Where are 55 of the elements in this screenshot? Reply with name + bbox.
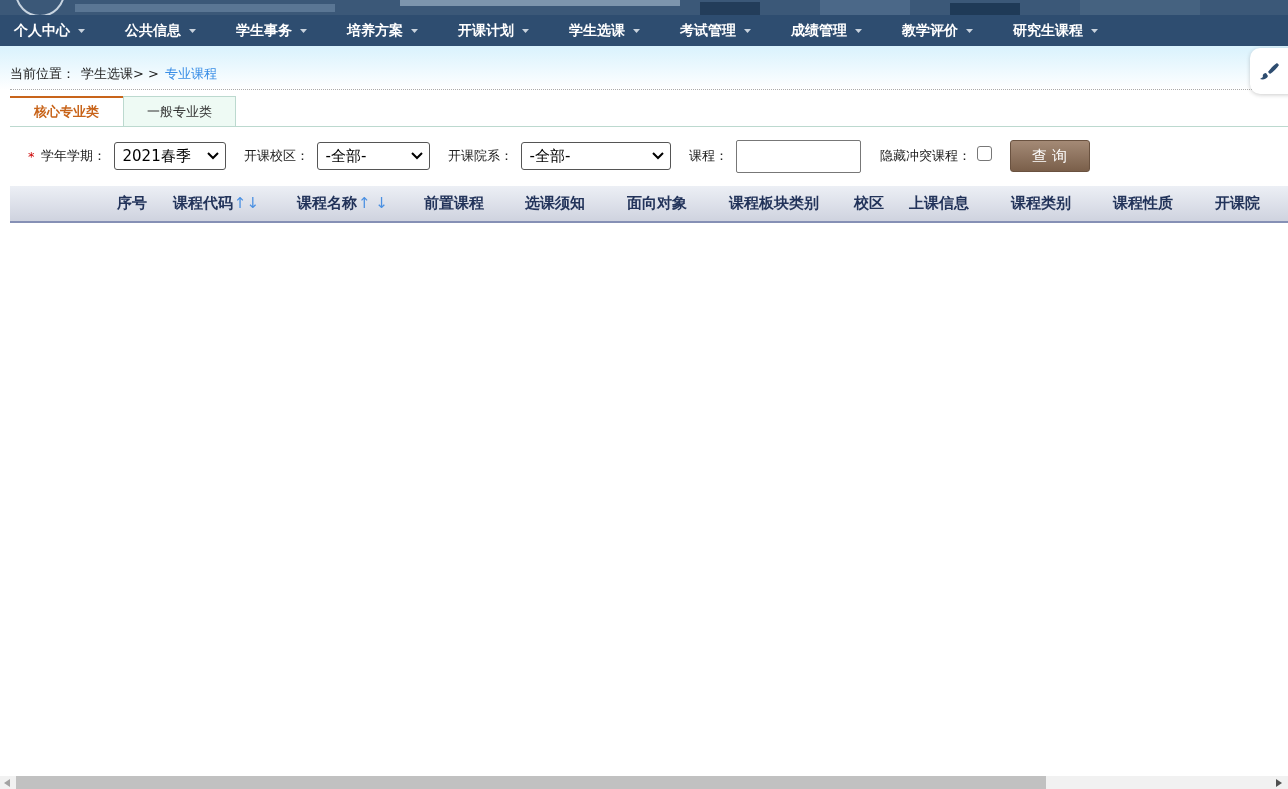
- breadcrumb-current: 专业课程: [164, 65, 217, 83]
- caret-icon: [633, 28, 640, 33]
- nav-menu-item[interactable]: 培养方案: [337, 21, 448, 40]
- nav-menu-item[interactable]: 学生事务: [226, 21, 337, 40]
- search-button[interactable]: 查 询: [1009, 140, 1090, 172]
- column-header: 课程板块类别: [729, 194, 819, 213]
- checkbox[interactable]: [976, 145, 992, 161]
- field-label: 学年学期：: [40, 147, 106, 165]
- column-header: 校区: [854, 194, 884, 213]
- department-select[interactable]: -全部-: [520, 142, 671, 170]
- caret-icon: [189, 28, 196, 33]
- field-label: 开课校区：: [243, 147, 309, 165]
- caret-icon: [78, 28, 85, 33]
- field-label: 隐藏冲突课程：: [879, 147, 971, 165]
- column-header: 课程类别: [1011, 194, 1071, 213]
- column-header: 面向对象: [627, 194, 687, 213]
- field-label: 开课院系：: [447, 147, 513, 165]
- caret-icon: [966, 28, 973, 33]
- caret-icon: [855, 28, 862, 33]
- chevron-icon: [410, 152, 423, 160]
- required-mark: *: [28, 148, 35, 164]
- column-header: 课程性质: [1113, 194, 1173, 213]
- caret-icon: [300, 28, 307, 33]
- caret-icon: [522, 28, 529, 33]
- nav-menu-item[interactable]: 成绩管理: [781, 21, 892, 40]
- nav-menu-item[interactable]: 考试管理: [670, 21, 781, 40]
- theme-button[interactable]: [1250, 48, 1288, 94]
- nav-menu-item[interactable]: 个人中心: [4, 21, 115, 40]
- column-header: 选课须知: [525, 194, 585, 213]
- nav-menu-item[interactable]: 教学评价: [892, 21, 1003, 40]
- chevron-icon: [651, 152, 664, 160]
- chevron-icon: [206, 152, 219, 160]
- nav-menu-item[interactable]: 学生选课: [559, 21, 670, 40]
- course-input-field[interactable]: [735, 139, 861, 173]
- column-header: 上课信息: [909, 194, 969, 213]
- tab[interactable]: 一般专业类: [123, 96, 236, 126]
- caret-icon: [411, 28, 418, 33]
- campus-select[interactable]: -全部-: [316, 142, 430, 170]
- column-header: 开课院: [1215, 194, 1260, 213]
- caret-icon: [1091, 28, 1098, 33]
- column-header[interactable]: 课程代码: [172, 194, 233, 213]
- nav-menu-item[interactable]: 研究生课程: [1003, 21, 1114, 40]
- nav-menu-item[interactable]: 公共信息: [115, 21, 226, 40]
- field-label: 课程：: [688, 147, 728, 165]
- column-header: 前置课程: [424, 194, 484, 213]
- paintbrush-icon: [1259, 61, 1279, 81]
- caret-icon: [744, 28, 751, 33]
- column-header[interactable]: 课程名称: [297, 194, 357, 213]
- breadcrumb-label: 当前位置：: [10, 65, 75, 83]
- scroll-right-icon[interactable]: [1276, 778, 1282, 787]
- nav-menu-item[interactable]: 开课计划: [448, 21, 559, 40]
- column-header: 序号: [117, 194, 147, 213]
- breadcrumb-link[interactable]: 学生选课> >: [81, 65, 159, 83]
- scrollbar-thumb[interactable]: [16, 776, 1046, 789]
- term-select[interactable]: 2021春季: [113, 142, 226, 170]
